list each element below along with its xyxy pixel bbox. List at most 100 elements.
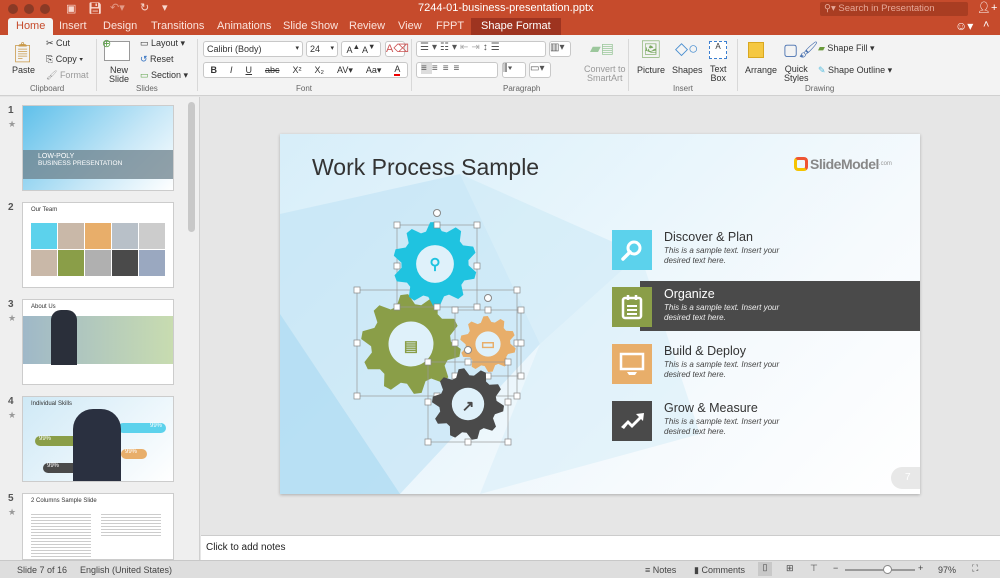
rotate-handle[interactable] (433, 209, 441, 217)
language-indicator[interactable]: English (United States) (80, 565, 172, 575)
resize-handle[interactable] (451, 306, 459, 314)
shape-fill-button[interactable]: ▰ Shape Fill ▾ (818, 43, 874, 54)
resize-handle[interactable] (473, 221, 481, 229)
resize-handle[interactable] (424, 438, 432, 446)
rotate-handle[interactable] (464, 346, 472, 354)
text-box-button[interactable]: Text Box (710, 65, 727, 83)
strikethrough-button[interactable]: abc (265, 65, 280, 75)
resize-handle[interactable] (433, 221, 441, 229)
share-icon[interactable]: 👤︎+ (977, 1, 997, 14)
save-icon[interactable]: 💾︎ (88, 2, 102, 15)
resize-handle[interactable] (353, 392, 361, 400)
tab-shape-format[interactable]: Shape Format (471, 18, 561, 35)
rotate-handle[interactable] (484, 294, 492, 302)
picture-button[interactable]: Picture (637, 65, 665, 75)
resize-handle[interactable] (513, 392, 521, 400)
picture-icon[interactable]: 🖼︎ (640, 40, 662, 60)
tab-slide-show[interactable]: Slide Show (275, 18, 346, 35)
normal-view-icon[interactable]: ▯ (758, 562, 772, 576)
text-direction-icon[interactable]: ⫼▾ (502, 62, 526, 78)
zoom-slider-handle[interactable] (883, 565, 892, 574)
resize-handle[interactable] (473, 303, 481, 311)
tab-review[interactable]: Review (341, 18, 393, 35)
bold-button[interactable]: B (211, 65, 218, 75)
zoom-out-button[interactable]: − (833, 563, 838, 573)
character-spacing-icon[interactable]: AV▾ (337, 65, 353, 76)
fit-to-window-icon[interactable]: ⛶ (972, 563, 978, 574)
smartart-icon[interactable]: ▰▤ (590, 40, 614, 57)
sidebar-toggle-icon[interactable]: ▣ (66, 2, 76, 15)
subscript-icon[interactable]: X₂ (315, 65, 325, 75)
reading-view-icon[interactable]: ⊤ (810, 563, 818, 574)
tab-animations[interactable]: Animations (209, 18, 279, 35)
notes-button[interactable]: ≡ Notes (645, 565, 676, 575)
clear-formatting-icon[interactable]: A⌫ (385, 41, 409, 57)
resize-handle[interactable] (464, 438, 472, 446)
font-grow-shrink-buttons[interactable]: A▲ A▼ (341, 41, 381, 57)
resize-handle[interactable] (473, 262, 481, 270)
new-slide-icon[interactable]: ⊕ (102, 38, 130, 61)
format-painter-button[interactable]: 🖌︎ Format (46, 70, 88, 81)
new-slide-button[interactable]: New Slide (109, 66, 129, 84)
change-case-icon[interactable]: Aa▾ (366, 65, 382, 76)
resize-handle[interactable] (464, 358, 472, 366)
collapse-ribbon-icon[interactable]: ˄ (983, 19, 989, 31)
convert-smartart-button[interactable]: Convert to SmartArt (584, 65, 626, 83)
reset-button[interactable]: ↺ Reset (140, 54, 174, 65)
italic-button[interactable]: I (230, 65, 233, 75)
shapes-button[interactable]: Shapes (672, 65, 703, 75)
close-window-button[interactable] (8, 4, 18, 14)
resize-handle[interactable] (393, 221, 401, 229)
slide-thumbnail-2[interactable]: Our Team (22, 202, 174, 288)
slide-sorter-icon[interactable]: ⊞ (786, 563, 794, 574)
resize-handle[interactable] (393, 262, 401, 270)
arrange-icon[interactable] (748, 42, 764, 58)
align-text-icon[interactable]: ▭▾ (529, 62, 551, 78)
font-color-icon[interactable]: A (394, 64, 401, 76)
arrange-button[interactable]: Arrange (745, 65, 777, 75)
quick-styles-icon[interactable]: ▢🖌︎ (783, 40, 818, 60)
paste-button[interactable]: Paste (12, 65, 35, 75)
resize-handle[interactable] (451, 339, 459, 347)
tab-fppt[interactable]: FPPT (428, 18, 472, 35)
zoom-level[interactable]: 97% (938, 565, 956, 575)
tab-insert[interactable]: Insert (51, 18, 95, 35)
resize-handle[interactable] (353, 339, 361, 347)
notes-field[interactable]: Click to add notes (201, 535, 1000, 560)
slide-thumbnail-5[interactable]: 2 Columns Sample Slide (22, 493, 174, 560)
resize-handle[interactable] (393, 303, 401, 311)
resize-handle[interactable] (353, 286, 361, 294)
zoom-slider[interactable] (845, 565, 915, 574)
tab-home[interactable]: Home (8, 18, 54, 35)
resize-handle[interactable] (504, 438, 512, 446)
font-size-select[interactable]: 24 ▾ (306, 41, 338, 57)
paste-icon[interactable]: 📋︎ (10, 40, 35, 65)
resize-handle[interactable] (517, 306, 525, 314)
quick-styles-button[interactable]: Quick Styles (784, 65, 809, 83)
search-input[interactable]: ⚲▾ Search in Presentation (820, 2, 968, 16)
columns-icon[interactable]: ▥▾ (549, 41, 571, 57)
slide-canvas[interactable]: Work Process Sample SlideModel .com Disco… (280, 134, 920, 494)
resize-handle[interactable] (424, 398, 432, 406)
slide-thumbnail-4[interactable]: Individual Skills 99% 99% 99% 99% (22, 396, 174, 482)
shape-outline-button[interactable]: ✎ Shape Outline ▾ (818, 65, 892, 76)
resize-handle[interactable] (513, 286, 521, 294)
textbox-icon[interactable]: A (709, 41, 727, 59)
minimize-window-button[interactable] (24, 4, 34, 14)
slide-thumbnail-1[interactable]: LOW-POLY BUSINESS PRESENTATION (22, 105, 174, 191)
underline-button[interactable]: U (246, 65, 253, 75)
maximize-window-button[interactable] (40, 4, 50, 14)
alignment-buttons[interactable]: ≡≡≡≡ (416, 62, 498, 78)
resize-handle[interactable] (433, 303, 441, 311)
shapes-icon[interactable]: ◇○ (675, 39, 698, 59)
tab-design[interactable]: Design (95, 18, 145, 35)
redo-icon[interactable]: ↻ (140, 1, 149, 14)
thumbnails-scrollbar[interactable] (188, 102, 195, 232)
resize-handle[interactable] (424, 358, 432, 366)
layout-button[interactable]: ▭ Layout ▾ (140, 38, 185, 49)
section-button[interactable]: ▭ Section ▾ (140, 70, 188, 81)
cut-button[interactable]: ✂ Cut (46, 38, 70, 49)
resize-handle[interactable] (504, 358, 512, 366)
font-name-select[interactable]: Calibri (Body) ▾ (203, 41, 303, 57)
customize-toolbar-icon[interactable]: ▾ (162, 1, 168, 14)
